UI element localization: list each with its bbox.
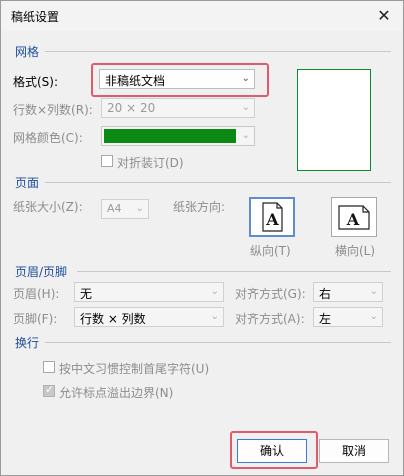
- punctuation-overflow-checkbox[interactable]: [43, 383, 55, 397]
- grid-section-divider: [45, 51, 391, 52]
- paper-settings-dialog: 稿纸设置 ✕ 网格 格式(S): 非稿纸文档 ⌄ 行数×列数(R): 20 × …: [0, 0, 404, 476]
- line-rule-label: 按中文习惯控制首尾字符(U): [59, 362, 210, 376]
- paper-size-value: A4: [107, 202, 122, 215]
- dialog-title: 稿纸设置: [11, 10, 60, 24]
- header-align-value: 右: [319, 287, 332, 301]
- portrait-label: 纵向(T): [250, 244, 291, 258]
- ok-highlight-box: [230, 431, 318, 469]
- grid-color-label: 网格颜色(C):: [13, 131, 83, 145]
- footer-select[interactable]: 行数 × 列数 ⌄: [74, 307, 224, 327]
- chevron-down-icon: ⌄: [241, 102, 250, 113]
- linebreak-section-title: 换行: [15, 336, 40, 350]
- grid-color-select[interactable]: ⌄: [101, 126, 255, 146]
- footer-value: 行数 × 列数: [80, 312, 146, 326]
- page-section-title: 页面: [15, 176, 40, 190]
- close-icon[interactable]: ✕: [373, 5, 395, 27]
- footer-label: 页脚(F):: [13, 312, 58, 326]
- header-label: 页眉(H):: [13, 287, 60, 301]
- grid-section-title: 网格: [15, 45, 40, 59]
- landscape-label: 横向(L): [335, 244, 376, 258]
- portrait-page-icon: A: [262, 202, 283, 232]
- rows-cols-label: 行数×列数(R):: [13, 103, 93, 117]
- svg-text:A: A: [346, 210, 360, 229]
- punctuation-overflow-label: 允许标点溢出边界(N): [59, 386, 174, 400]
- header-align-label: 对齐方式(G):: [235, 287, 306, 301]
- page-section-divider: [45, 182, 391, 183]
- grid-color-swatch: [104, 129, 236, 143]
- header-select[interactable]: 无 ⌄: [74, 282, 224, 302]
- header-align-select[interactable]: 右 ⌄: [313, 282, 383, 302]
- paper-size-label: 纸张大小(Z):: [13, 200, 83, 214]
- landscape-button[interactable]: A: [331, 197, 377, 237]
- linebreak-section-divider: [45, 342, 391, 343]
- svg-text:A: A: [265, 210, 279, 229]
- chevron-down-icon: ⌄: [369, 311, 378, 322]
- footer-align-select[interactable]: 左 ⌄: [313, 307, 383, 327]
- fold-binding-label: 对折装订(D): [117, 156, 184, 170]
- header-footer-section-divider: [77, 271, 391, 272]
- paper-size-select[interactable]: A4 ⌄: [101, 199, 149, 219]
- portrait-button[interactable]: A: [249, 197, 295, 237]
- chevron-down-icon: ⌄: [210, 286, 219, 297]
- grid-preview: [297, 69, 371, 171]
- title-bar: 稿纸设置 ✕: [1, 1, 403, 31]
- chevron-down-icon: ⌄: [135, 203, 144, 214]
- rows-cols-value: 20 × 20: [107, 101, 156, 115]
- orientation-label: 纸张方向:: [173, 200, 226, 214]
- cancel-button[interactable]: 取消: [319, 439, 389, 463]
- chevron-down-icon: ⌄: [210, 311, 219, 322]
- header-value: 无: [80, 287, 93, 301]
- header-footer-section-title: 页眉/页脚: [15, 265, 68, 279]
- chevron-down-icon: ⌄: [369, 286, 378, 297]
- format-label: 格式(S):: [13, 75, 59, 89]
- footer-align-label: 对齐方式(A):: [235, 312, 305, 326]
- chevron-down-icon: ⌄: [241, 130, 250, 141]
- fold-binding-checkbox[interactable]: [101, 155, 113, 167]
- line-rule-checkbox[interactable]: [43, 361, 55, 373]
- footer-align-value: 左: [319, 312, 332, 326]
- rows-cols-select[interactable]: 20 × 20 ⌄: [101, 98, 255, 118]
- format-highlight-box: [91, 63, 269, 97]
- landscape-page-icon: A: [338, 205, 370, 230]
